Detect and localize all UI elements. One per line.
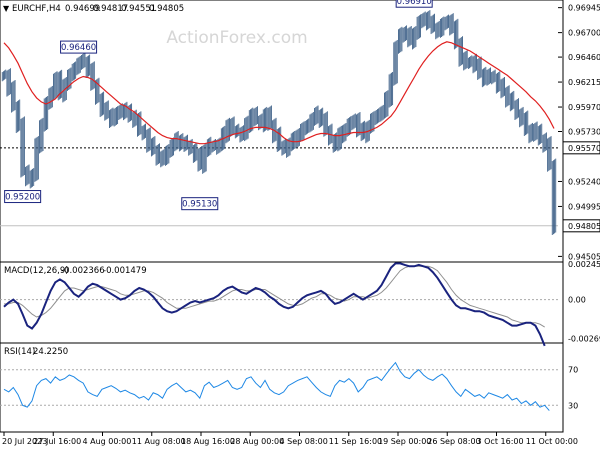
- x-tick-label: 11 Oct 00:00: [526, 437, 578, 446]
- x-tick-label: 11 Aug 08:00: [132, 437, 186, 446]
- price-annotation-label: 0.96460: [61, 43, 96, 53]
- macd-y-tick-label: 0.00: [568, 296, 586, 305]
- price-annotation-label: 0.95200: [5, 193, 40, 203]
- watermark: ActionForex.com: [166, 28, 307, 48]
- price-annotation-label: 0.95130: [182, 200, 217, 210]
- x-tick-label: 4 Sep 08:00: [280, 437, 328, 446]
- x-tick-label: 26 Sep 08:00: [427, 437, 480, 446]
- price-title: EURCHF,H4: [12, 4, 61, 14]
- price-level-label: 0.95570: [568, 144, 600, 153]
- price-dropdown-arrow-icon[interactable]: ▼: [3, 4, 10, 13]
- rsi-title: RSI(14): [4, 347, 35, 357]
- rsi-value: 24.2250: [33, 347, 68, 357]
- x-tick-label: 11 Sep 16:00: [329, 437, 382, 446]
- price-y-tick-label: 0.96460: [568, 53, 600, 62]
- price-y-tick-label: 0.95970: [568, 103, 600, 112]
- rsi-y-tick-label: 30: [568, 401, 578, 410]
- price-y-tick-label: 0.94995: [568, 202, 600, 211]
- x-tick-label: 3 Oct 16:00: [477, 437, 524, 446]
- macd-value-2: -0.001479: [103, 266, 147, 276]
- price-y-tick-label: 0.96945: [568, 4, 600, 13]
- price-y-tick-label: 0.95240: [568, 177, 600, 186]
- macd-y-tick-label: 0.002454: [568, 260, 600, 269]
- macd-value-1: -0.002366: [61, 266, 105, 276]
- price-y-tick-label: 0.95730: [568, 128, 600, 137]
- macd-y-tick-label: -0.002696: [568, 335, 600, 344]
- x-tick-label: 4 Aug 00:00: [83, 437, 132, 446]
- rsi-y-tick-label: 70: [568, 366, 578, 375]
- x-tick-label: 18 Aug 16:00: [181, 437, 235, 446]
- price-y-tick-label: 0.96215: [568, 78, 600, 87]
- x-tick-label: 28 Aug 00:00: [230, 437, 284, 446]
- ohlc-close: 0.94805: [149, 4, 184, 14]
- price-y-tick-label: 0.96700: [568, 29, 600, 38]
- chart-stage: ActionForex.com 0.95200 0.96460 0.95130 0.9…: [0, 0, 600, 446]
- x-tick-label: 19 Sep 00:00: [378, 437, 431, 446]
- price-level-label: 0.94805: [568, 222, 600, 231]
- rsi-panel: [0, 342, 564, 433]
- price-annotation-label: 0.96910: [397, 0, 432, 7]
- x-tick-label: 27 Jul 16:00: [33, 437, 81, 446]
- macd-title: MACD(12,26,9): [4, 266, 69, 276]
